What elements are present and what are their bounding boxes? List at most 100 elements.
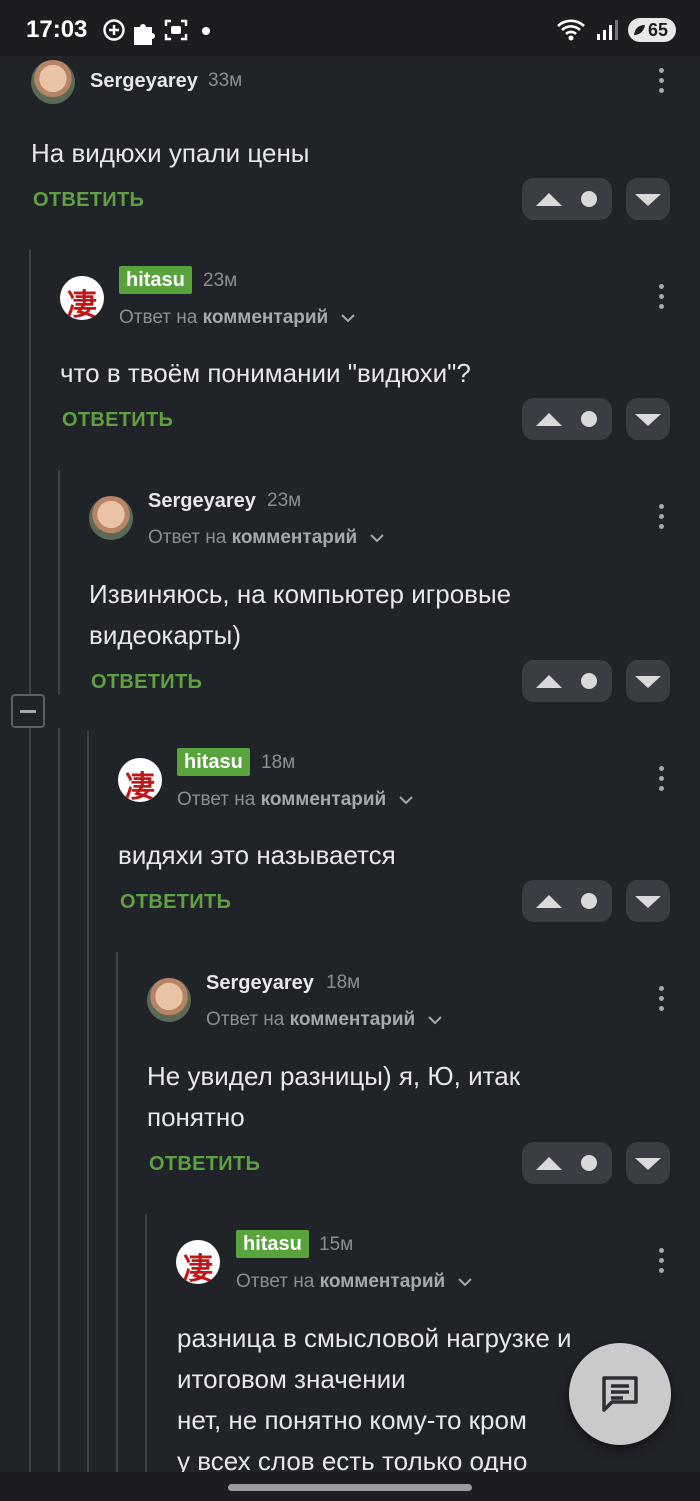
reply-to-target: комментарий <box>231 527 358 548</box>
author-badge[interactable]: hitasu <box>177 748 250 776</box>
status-time: 17:03 <box>26 16 88 43</box>
comment-time: 18м <box>261 752 296 773</box>
reply-to-target: комментарий <box>289 1009 416 1030</box>
reply-to-prefix: Ответ на <box>177 789 256 810</box>
navigation-bar <box>0 1472 700 1501</box>
reply-to-link[interactable]: Ответ на комментарий <box>119 307 356 329</box>
downvote-button[interactable] <box>626 880 670 922</box>
reply-button[interactable]: ОТВЕТИТЬ <box>120 891 231 914</box>
more-options-icon[interactable] <box>657 504 665 530</box>
upvote-icon <box>536 893 597 909</box>
reply-to-prefix: Ответ на <box>119 307 198 328</box>
scan-icon <box>164 19 188 41</box>
comment-time: 23м <box>203 270 238 291</box>
write-comment-button[interactable] <box>569 1343 671 1445</box>
comment-time: 18м <box>326 972 361 993</box>
downvote-icon <box>635 1158 661 1170</box>
chevron-down-icon <box>427 1016 442 1025</box>
comment-text-line: понятно <box>147 1102 245 1132</box>
comment-text-line: разница в смысловой нагрузке и <box>177 1323 572 1353</box>
author-name[interactable]: Sergeyarey <box>90 70 198 93</box>
downvote-button[interactable] <box>626 1142 670 1184</box>
status-bar: 17:03 65 <box>0 0 700 56</box>
comment-text-line: видяхи это называется <box>118 840 396 870</box>
add-circle-icon <box>103 19 125 41</box>
downvote-icon <box>635 676 661 688</box>
more-options-icon[interactable] <box>657 1248 665 1274</box>
avatar[interactable]: 凄 <box>60 276 104 320</box>
comment-text-line: нет, не понятно кому-то кром <box>177 1405 527 1435</box>
avatar[interactable] <box>31 60 75 104</box>
reply-to-link[interactable]: Ответ на комментарий <box>148 527 385 549</box>
reply-to-link[interactable]: Ответ на комментарий <box>236 1271 473 1293</box>
upvote-button[interactable] <box>522 660 612 702</box>
comment-icon <box>602 1376 638 1412</box>
comment-time: 15м <box>319 1234 354 1255</box>
reply-to-prefix: Ответ на <box>206 1009 285 1030</box>
reply-to-prefix: Ответ на <box>236 1271 315 1292</box>
more-options-icon[interactable] <box>657 986 665 1012</box>
thread-line <box>58 728 60 1472</box>
reply-to-target: комментарий <box>260 789 387 810</box>
downvote-icon <box>635 896 661 908</box>
chevron-down-icon <box>457 1278 472 1287</box>
battery-level: 65 <box>647 19 668 40</box>
wifi-icon <box>557 19 585 41</box>
author-badge[interactable]: hitasu <box>119 266 192 294</box>
comment-time: 33м <box>208 70 243 91</box>
reply-button[interactable]: ОТВЕТИТЬ <box>33 189 144 212</box>
author-name[interactable]: Sergeyarey <box>148 490 256 513</box>
upvote-button[interactable] <box>522 398 612 440</box>
reply-button[interactable]: ОТВЕТИТЬ <box>62 409 173 432</box>
thread-line <box>145 1214 147 1472</box>
avatar[interactable] <box>89 496 133 540</box>
author-name[interactable]: Sergeyarey <box>206 972 314 995</box>
upvote-button[interactable] <box>522 178 612 220</box>
comment-text-line: На видюхи упали цены <box>31 138 310 168</box>
signal-icon <box>596 20 618 40</box>
upvote-button[interactable] <box>522 880 612 922</box>
reply-to-link[interactable]: Ответ на комментарий <box>177 789 414 811</box>
comment-text-line: что в твоём понимании "видюхи"? <box>60 358 471 388</box>
reply-button[interactable]: ОТВЕТИТЬ <box>91 671 202 694</box>
comment-text-line: Не увидел разницы) я, Ю, итак <box>147 1061 521 1091</box>
thread-line <box>116 952 118 1472</box>
thread-line <box>29 250 31 1472</box>
chevron-down-icon <box>340 314 355 323</box>
puzzle-icon <box>134 24 155 45</box>
minus-icon <box>20 709 36 713</box>
upvote-icon <box>536 191 597 207</box>
author-badge[interactable]: hitasu <box>236 1230 309 1258</box>
upvote-icon <box>536 1155 597 1171</box>
reply-to-target: комментарий <box>319 1271 446 1292</box>
reply-button[interactable]: ОТВЕТИТЬ <box>149 1153 260 1176</box>
avatar[interactable]: 凄 <box>176 1240 220 1284</box>
reply-to-target: комментарий <box>202 307 329 328</box>
upvote-icon <box>536 411 597 427</box>
comment-text-line: Извиняюсь, на компьютер игровые <box>89 579 512 609</box>
comment-text-line: видеокарты) <box>89 620 241 650</box>
downvote-button[interactable] <box>626 660 670 702</box>
avatar[interactable]: 凄 <box>118 758 162 802</box>
more-options-icon[interactable] <box>657 766 665 792</box>
downvote-icon <box>635 194 661 206</box>
more-options-icon[interactable] <box>657 68 665 94</box>
dot-icon <box>202 27 210 35</box>
chevron-down-icon <box>369 534 384 543</box>
upvote-icon <box>536 673 597 689</box>
reply-to-link[interactable]: Ответ на комментарий <box>206 1009 443 1031</box>
battery-icon: 65 <box>627 18 676 42</box>
downvote-button[interactable] <box>626 398 670 440</box>
reply-to-prefix: Ответ на <box>148 527 227 548</box>
home-gesture-handle[interactable] <box>228 1484 472 1491</box>
more-options-icon[interactable] <box>657 284 665 310</box>
thread-line <box>58 470 60 694</box>
downvote-button[interactable] <box>626 178 670 220</box>
thread-line <box>87 731 89 1472</box>
avatar[interactable] <box>147 978 191 1022</box>
downvote-icon <box>635 414 661 426</box>
collapse-thread-button[interactable] <box>11 694 45 728</box>
chevron-down-icon <box>398 796 413 805</box>
upvote-button[interactable] <box>522 1142 612 1184</box>
comment-time: 23м <box>267 490 302 511</box>
